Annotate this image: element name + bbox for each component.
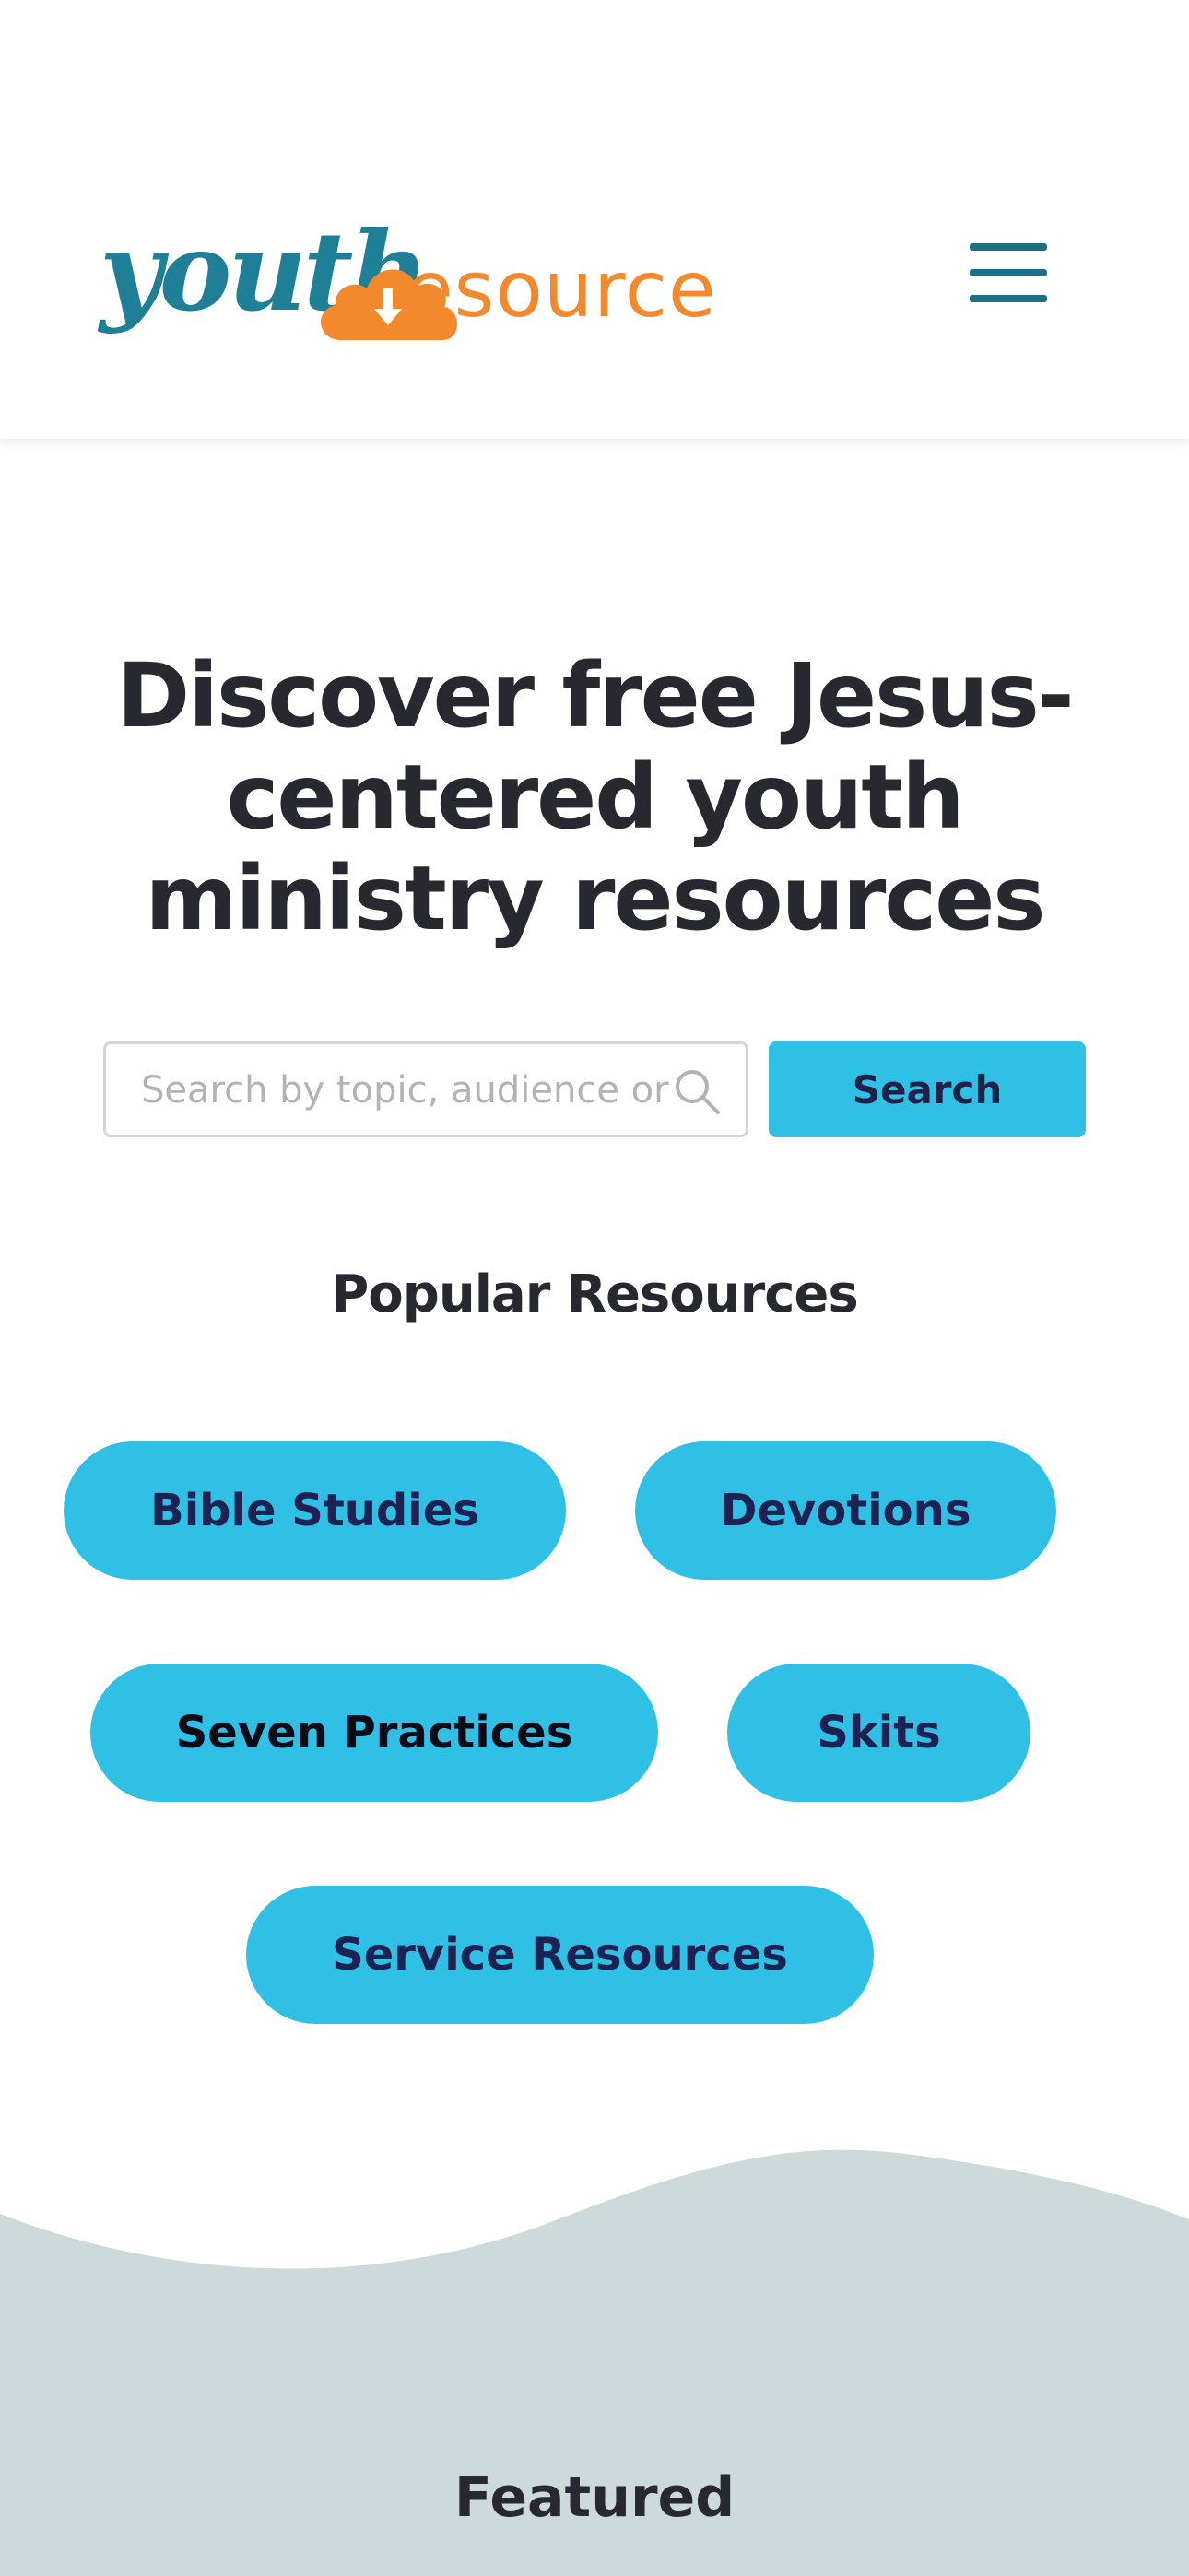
search-input[interactable]: [139, 1044, 677, 1136]
resource-pill-bible-studies[interactable]: Bible Studies: [64, 1441, 566, 1580]
resource-pill-seven-practices[interactable]: Seven Practices: [90, 1664, 658, 1802]
hamburger-menu-icon[interactable]: [970, 243, 1047, 302]
site-header: youth esource: [0, 0, 1189, 439]
search-button[interactable]: Search: [769, 1041, 1086, 1137]
featured-heading: Featured: [453, 2465, 736, 2530]
resource-pill-skits[interactable]: Skits: [727, 1664, 1030, 1802]
search-icon[interactable]: [672, 1066, 722, 1116]
logo-text-esource: esource: [406, 244, 717, 335]
resource-pill-service-resources[interactable]: Service Resources: [246, 1886, 874, 2024]
search-field[interactable]: [103, 1041, 748, 1137]
popular-resources-heading: Popular Resources: [331, 1264, 858, 1324]
resource-pill-devotions[interactable]: Devotions: [635, 1441, 1056, 1580]
hero-title: Discover free Jesus-centered youth minis…: [116, 644, 1074, 950]
site-logo[interactable]: youth esource: [100, 207, 754, 364]
